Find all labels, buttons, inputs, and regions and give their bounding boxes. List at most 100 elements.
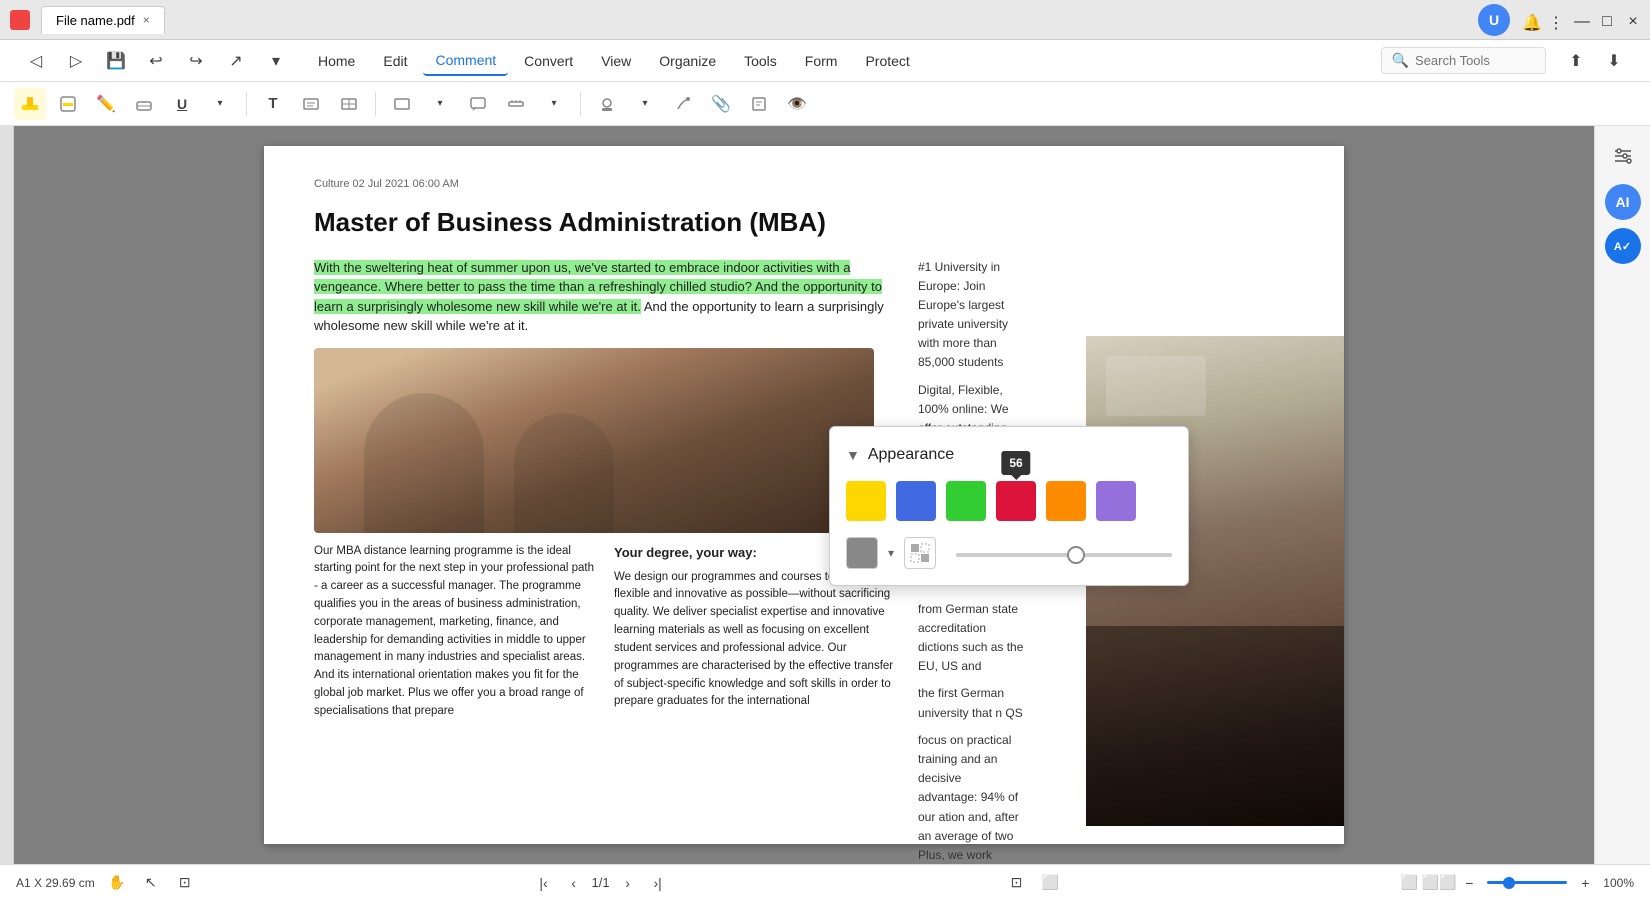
fill-chevron-icon[interactable]: ▾ <box>888 544 894 562</box>
menu-convert[interactable]: Convert <box>512 47 585 75</box>
prev-page-btn[interactable]: ‹ <box>562 871 586 895</box>
zoom-out-btn[interactable]: − <box>1457 871 1481 895</box>
properties-panel-icon[interactable] <box>1603 136 1643 176</box>
text-tool-btn[interactable]: T <box>257 88 289 120</box>
first-page-btn[interactable]: |‹ <box>532 871 556 895</box>
menu-protect[interactable]: Protect <box>853 47 921 75</box>
appearance-title: Appearance <box>868 443 954 467</box>
rect-tool-btn[interactable] <box>386 88 418 120</box>
rect-chevron-btn[interactable]: ▾ <box>424 88 456 120</box>
cursor-tool-btn[interactable]: ✋ <box>105 871 129 895</box>
notifications-icon[interactable]: 🔔 <box>1522 13 1536 27</box>
tooltip-arrow <box>1011 475 1021 485</box>
highlight-tool-btn[interactable] <box>14 88 46 120</box>
swatch-purple[interactable] <box>1096 481 1136 521</box>
toolbar: ✏️ U ▾ T ▾ ▾ ▾ 📎 👁️ <box>0 82 1650 126</box>
minimize-button[interactable]: — <box>1574 13 1588 27</box>
titlebar: File name.pdf × U 🔔 ⋮ — □ × <box>0 0 1650 40</box>
save-icon[interactable]: 💾 <box>100 45 132 77</box>
attach-tool-btn[interactable]: 📎 <box>705 88 737 120</box>
user-avatar[interactable]: U <box>1478 4 1510 36</box>
search-tools-area[interactable]: 🔍 <box>1381 47 1546 74</box>
zoom-in-btn[interactable]: + <box>1573 871 1597 895</box>
note-tool-btn[interactable] <box>743 88 775 120</box>
table-tool-btn[interactable] <box>333 88 365 120</box>
swatch-yellow[interactable] <box>846 481 886 521</box>
search-icon: 🔍 <box>1392 52 1409 69</box>
swatch-orange[interactable] <box>1046 481 1086 521</box>
file-tab[interactable]: File name.pdf × <box>41 6 165 34</box>
back-icon[interactable]: ◁ <box>20 45 52 77</box>
pdf-page: Culture 02 Jul 2021 06:00 AM Master of B… <box>264 146 1344 844</box>
dropdown-icon[interactable]: ▾ <box>260 45 292 77</box>
next-page-btn[interactable]: › <box>616 871 640 895</box>
opacity-slider[interactable] <box>956 553 1172 557</box>
eraser-tool-btn[interactable] <box>128 88 160 120</box>
more-options-icon[interactable]: ⋮ <box>1548 13 1562 27</box>
fit-width-btn[interactable]: ⊡ <box>173 871 197 895</box>
measure-tool-btn[interactable] <box>500 88 532 120</box>
swatch-red[interactable]: 56 <box>996 481 1036 521</box>
menu-edit[interactable]: Edit <box>371 47 419 75</box>
show-comments-btn[interactable]: 👁️ <box>781 88 813 120</box>
comment-tool-btn[interactable] <box>462 88 494 120</box>
undo-icon[interactable]: ↪ <box>180 45 212 77</box>
stamp-tool-btn[interactable] <box>591 88 623 120</box>
sep2 <box>375 92 376 116</box>
ink-tool-btn[interactable] <box>667 88 699 120</box>
two-page-btn[interactable]: ⬜⬜ <box>1427 871 1451 895</box>
fit-text-btn[interactable] <box>295 88 327 120</box>
fit-page-btn[interactable]: ⊡ <box>1004 871 1028 895</box>
fwd-icon[interactable]: ▷ <box>60 45 92 77</box>
appearance-chevron[interactable]: ▼ <box>846 445 860 466</box>
appearance-popup: ▼ Appearance 56 <box>829 426 1189 586</box>
pdf-title: Master of Business Administration (MBA) <box>314 203 1294 242</box>
main-layout: Culture 02 Jul 2021 06:00 AM Master of B… <box>0 126 1650 864</box>
stamp-chevron-btn[interactable]: ▾ <box>629 88 661 120</box>
menu-form[interactable]: Form <box>793 47 850 75</box>
app-icon <box>10 10 30 30</box>
menubar: ◁ ▷ 💾 ↩ ↪ ↗ ▾ Home Edit Comment Convert … <box>0 40 1650 82</box>
pdf-left-col: With the sweltering heat of summer upon … <box>314 258 894 865</box>
page-dimensions: A1 X 29.69 cm <box>16 876 95 890</box>
select-highlight-btn[interactable] <box>52 88 84 120</box>
sep3 <box>580 92 581 116</box>
close-button[interactable]: × <box>1626 13 1640 27</box>
crop-page-btn[interactable]: ⬜ <box>1038 871 1062 895</box>
tab-title: File name.pdf <box>56 13 135 28</box>
last-page-btn[interactable]: ›| <box>646 871 670 895</box>
pdf-bullet3: from German state accreditation dictions… <box>918 600 1024 677</box>
upload-icon[interactable]: ⬆ <box>1560 45 1592 77</box>
measure-chevron-btn[interactable]: ▾ <box>538 88 570 120</box>
maximize-button[interactable]: □ <box>1600 13 1614 27</box>
menu-home[interactable]: Home <box>306 47 367 75</box>
menu-tools[interactable]: Tools <box>732 47 789 75</box>
pattern-btn[interactable] <box>904 537 936 569</box>
fill-color-swatch[interactable] <box>846 537 878 569</box>
nav-back-buttons: ◁ ▷ 💾 ↩ ↪ ↗ ▾ <box>20 45 292 77</box>
pdf-degree-body: We design our programmes and courses to … <box>614 569 894 712</box>
underline-tool-btn[interactable]: U <box>166 88 198 120</box>
fill-row: ▾ <box>846 537 1172 569</box>
download-icon[interactable]: ⬇ <box>1598 45 1630 77</box>
swatch-blue[interactable] <box>896 481 936 521</box>
titlebar-controls: U 🔔 ⋮ — □ × <box>1478 4 1640 36</box>
zoom-slider[interactable] <box>1487 881 1567 884</box>
pen-tool-btn[interactable]: ✏️ <box>90 88 122 120</box>
spell-check-icon[interactable]: A✓ <box>1605 228 1641 264</box>
sep1 <box>246 92 247 116</box>
tab-close-icon[interactable]: × <box>143 13 150 27</box>
ai-assistant-icon[interactable]: AI <box>1605 184 1641 220</box>
menu-view[interactable]: View <box>589 47 643 75</box>
page-indicator: 1/1 <box>592 875 610 890</box>
menu-organize[interactable]: Organize <box>647 47 728 75</box>
share-icon[interactable]: ↗ <box>220 45 252 77</box>
opacity-tooltip: 56 <box>1001 451 1030 475</box>
single-page-btn[interactable]: ⬜ <box>1397 871 1421 895</box>
redo-icon[interactable]: ↩ <box>140 45 172 77</box>
select-tool-btn[interactable]: ↖ <box>139 871 163 895</box>
menu-comment[interactable]: Comment <box>423 46 508 76</box>
swatch-green[interactable] <box>946 481 986 521</box>
underline-chevron-btn[interactable]: ▾ <box>204 88 236 120</box>
search-tools-input[interactable] <box>1415 53 1535 68</box>
